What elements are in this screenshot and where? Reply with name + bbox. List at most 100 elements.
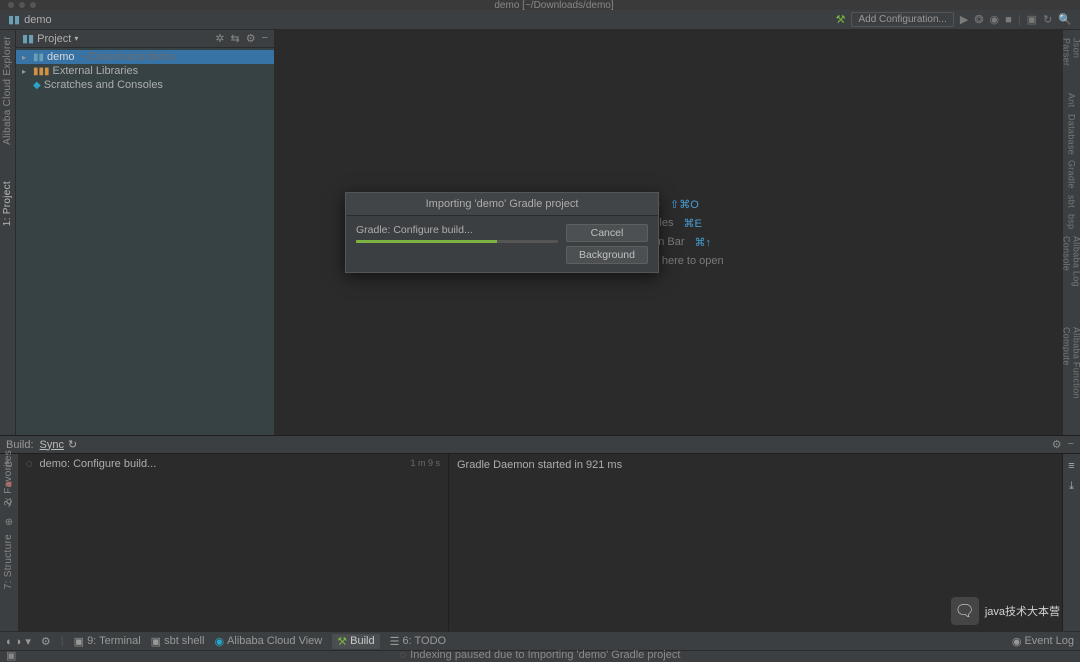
shortcut: ⌘E [683, 217, 701, 230]
btab-gear[interactable]: ⚙ [41, 635, 51, 648]
git-icon[interactable]: ▣ [1027, 13, 1037, 26]
project-tree[interactable]: ▸ ▮▮ demo ~/Downloads/demo ▸ ▮▮▮ Externa… [16, 48, 274, 94]
shortcut: ⌘↑ [695, 236, 712, 249]
rail-json-parser[interactable]: Json Parser [1062, 38, 1080, 87]
project-panel: ▮▮ Project ▾ ✲ ⇆ ⚙ − ▸ ▮▮ demo ~/Downloa… [16, 30, 274, 435]
search-icon[interactable]: 🔍 [1058, 13, 1072, 26]
spinner-icon: ◌ [26, 458, 33, 470]
close-icon[interactable] [8, 2, 14, 8]
folder-icon: ▮▮ [8, 13, 20, 26]
build-right-sidebar: ≡ ⤓ [1062, 454, 1080, 631]
dialog-status: Gradle: Configure build... [356, 224, 558, 236]
btab-todo[interactable]: ☰6: TODO [390, 635, 446, 648]
status-bar: ▣ ◌ Indexing paused due to Importing 'de… [0, 650, 1080, 659]
scroll-icon[interactable]: ⤓ [1069, 480, 1074, 493]
progress-fill [356, 240, 497, 243]
status-left[interactable]: ▣ [6, 649, 16, 662]
watermark-text: java技术大本营 [985, 603, 1060, 619]
separator: | [1018, 14, 1021, 26]
background-button[interactable]: Background [566, 246, 648, 264]
dialog-title: Importing 'demo' Gradle project [346, 193, 658, 216]
window-controls[interactable] [8, 2, 36, 8]
build-item: demo: Configure build... [39, 458, 156, 470]
terminal-icon: ▣ [74, 635, 84, 648]
tree-label: External Libraries [53, 65, 139, 77]
right-tool-rail: Json Parser Ant Database Gradle sbt bsp … [1062, 30, 1080, 435]
todo-icon: ☰ [390, 635, 400, 648]
coverage-icon[interactable]: ◉ [990, 13, 1000, 26]
rail-fn-compute[interactable]: Alibaba Function Compute [1062, 327, 1080, 435]
left-rail-lower: 2: Favorites 7: Structure [0, 450, 16, 589]
project-icon: ▮▮ [22, 32, 34, 45]
wechat-icon: 🗨 [951, 597, 979, 625]
project-view-label: Project [37, 33, 71, 45]
collapse-icon[interactable]: − [1068, 438, 1074, 451]
build-header-label: Build: [6, 439, 34, 451]
log-icon: ◉ [1012, 635, 1022, 648]
collapse-icon[interactable]: − [262, 32, 268, 45]
soft-wrap-icon[interactable]: ≡ [1068, 460, 1074, 472]
btab-terminal[interactable]: ▣9: Terminal [74, 635, 141, 648]
rail-project[interactable]: 1: Project [2, 181, 13, 226]
breadcrumb[interactable]: ▮▮ demo [8, 13, 52, 26]
update-icon[interactable]: ↻ [1043, 13, 1052, 26]
gear-icon[interactable]: ⚙ [246, 32, 256, 45]
rail-bsp[interactable]: bsp [1067, 214, 1077, 229]
add-configuration-button[interactable]: Add Configuration... [851, 12, 953, 27]
import-progress-dialog: Importing 'demo' Gradle project Gradle: … [345, 192, 659, 273]
rail-sbt[interactable]: sbt [1067, 195, 1077, 208]
chevron-right-icon[interactable]: ▸ [22, 53, 30, 62]
tree-root[interactable]: ▸ ▮▮ demo ~/Downloads/demo [16, 50, 274, 64]
rail-ant[interactable]: Ant [1067, 93, 1077, 107]
tree-root-name: demo [47, 51, 75, 63]
window-title: demo [~/Downloads/demo] [36, 0, 1072, 11]
breadcrumb-bar: ▮▮ demo ⚒ Add Configuration... ▶ ❂ ◉ ■ |… [0, 10, 1080, 30]
rail-cloud-explorer[interactable]: Alibaba Cloud Explorer [2, 36, 13, 145]
chevron-right-icon[interactable]: ▸ [22, 67, 30, 76]
run-icon[interactable]: ▶ [960, 13, 968, 26]
gear-icon[interactable]: ⚙ [1052, 438, 1062, 451]
build-panel-header: Build: Sync ↻ ⚙ − [0, 436, 1080, 454]
build-tab-sync[interactable]: Sync [40, 439, 64, 451]
btab-build[interactable]: ⚒Build [332, 634, 379, 649]
watermark: 🗨 java技术大本营 [951, 597, 1060, 625]
tree-root-path: ~/Downloads/demo [81, 51, 175, 63]
btab-cloud-view[interactable]: ◉Alibaba Cloud View [214, 635, 322, 648]
expand-icon[interactable]: ⇆ [230, 32, 239, 45]
btab-status-icons[interactable]: ◐ ◗ ▾ [6, 635, 31, 648]
project-name: demo [24, 14, 52, 26]
library-icon: ▮▮▮ [33, 66, 50, 77]
build-icon[interactable]: ⚒ [836, 13, 846, 26]
minimize-icon[interactable] [19, 2, 25, 8]
project-panel-header[interactable]: ▮▮ Project ▾ ✲ ⇆ ⚙ − [16, 30, 274, 48]
target-icon[interactable]: ✲ [215, 32, 224, 45]
separator: | [61, 635, 64, 647]
sync-icon[interactable]: ↻ [68, 438, 77, 451]
tree-external-libraries[interactable]: ▸ ▮▮▮ External Libraries [16, 64, 274, 78]
debug-icon[interactable]: ❂ [974, 13, 983, 26]
chevron-down-icon[interactable]: ▾ [74, 34, 78, 43]
cancel-button[interactable]: Cancel [566, 224, 648, 242]
rail-gradle[interactable]: Gradle [1067, 160, 1077, 189]
build-tree[interactable]: ◌ demo: Configure build... 1 m 9 s [18, 454, 448, 631]
titlebar: demo [~/Downloads/demo] [0, 0, 1080, 10]
folder-icon: ▮▮ [33, 52, 44, 63]
rail-favorites[interactable]: 2: Favorites [3, 450, 14, 506]
sbt-icon: ▣ [151, 635, 161, 648]
btab-sbt-shell[interactable]: ▣sbt shell [151, 635, 205, 648]
rail-structure[interactable]: 7: Structure [3, 534, 14, 589]
bottom-tool-tabs: ◐ ◗ ▾ ⚙ | ▣9: Terminal ▣sbt shell ◉Aliba… [0, 631, 1080, 650]
build-icon: ⚒ [337, 635, 347, 648]
btab-event-log[interactable]: ◉Event Log [1012, 635, 1074, 648]
shortcut: ⇧⌘O [670, 198, 699, 211]
tree-label: Scratches and Consoles [44, 79, 163, 91]
tree-scratches[interactable]: ◆ Scratches and Consoles [16, 78, 274, 92]
status-message: Indexing paused due to Importing 'demo' … [410, 649, 680, 661]
progress-bar [356, 240, 558, 243]
output-line: Gradle Daemon started in 921 ms [457, 459, 622, 471]
cloud-icon: ◉ [214, 635, 224, 648]
scratches-icon: ◆ [33, 80, 41, 91]
rail-database[interactable]: Database [1067, 114, 1077, 155]
stop-icon[interactable]: ■ [1005, 14, 1012, 26]
rail-log-console[interactable]: Alibaba Log Console [1062, 236, 1080, 321]
